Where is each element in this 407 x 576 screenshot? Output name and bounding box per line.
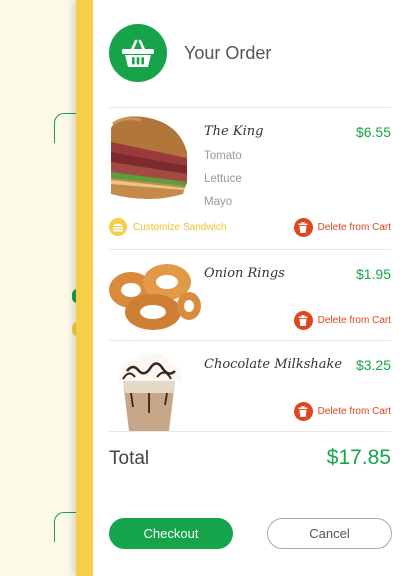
item-option: Mayo	[204, 196, 233, 208]
onion-rings-image	[109, 264, 201, 330]
divider	[109, 249, 391, 250]
cart-item-onion-rings: Onion Rings $1.95 Delete from Cart	[109, 256, 391, 334]
divider	[109, 431, 391, 432]
total-value: $17.85	[326, 446, 391, 469]
order-header: Your Order	[109, 24, 271, 82]
customize-sandwich-button[interactable]: Customize Sandwich	[109, 218, 226, 236]
drawer-accent-stripe	[76, 0, 93, 576]
checkout-button[interactable]: Checkout	[109, 518, 233, 549]
item-option: Tomato	[204, 150, 242, 162]
item-name: Onion Rings	[204, 266, 285, 281]
page-title: Your Order	[184, 42, 272, 63]
item-price: $6.55	[355, 124, 391, 140]
milkshake-image	[118, 352, 182, 431]
cancel-button[interactable]: Cancel	[267, 518, 392, 549]
cart-item-the-king: The King $6.55 Tomato Lettuce Mayo Custo…	[109, 114, 391, 244]
delete-from-cart-button[interactable]: Delete from Cart	[293, 218, 391, 237]
trash-icon	[293, 311, 313, 330]
item-option: Lettuce	[204, 173, 242, 185]
item-price: $1.95	[355, 266, 391, 282]
order-drawer: Your Order The King $6.55 Tomato Lettuce…	[93, 0, 407, 576]
delete-from-cart-button[interactable]: Delete from Cart	[293, 311, 391, 330]
item-name: Chocolate Milkshake	[204, 357, 343, 372]
total-label: Total	[109, 448, 150, 469]
sandwich-image	[111, 116, 187, 199]
item-price: $3.25	[355, 357, 391, 373]
divider	[109, 340, 391, 341]
sandwich-icon	[109, 218, 127, 236]
divider	[109, 107, 391, 108]
customize-label: Customize Sandwich	[133, 221, 227, 233]
trash-icon	[293, 218, 313, 237]
delete-label: Delete from Cart	[317, 222, 391, 233]
trash-icon	[293, 402, 313, 421]
delete-label: Delete from Cart	[317, 315, 391, 326]
delete-from-cart-button[interactable]: Delete from Cart	[293, 402, 391, 421]
item-name: The King	[204, 124, 264, 139]
delete-label: Delete from Cart	[317, 406, 391, 417]
cart-item-chocolate-milkshake: Chocolate Milkshake $3.25 Delete from Ca…	[109, 347, 391, 431]
basket-icon	[109, 24, 167, 82]
